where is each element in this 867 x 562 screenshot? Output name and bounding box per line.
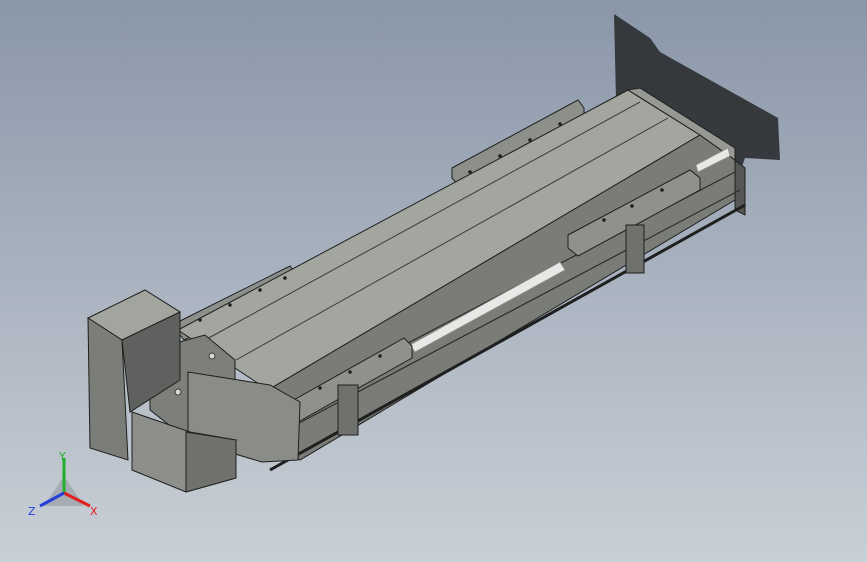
- sensor-bracket-rear[interactable]: [625, 224, 645, 274]
- graphics-viewport[interactable]: Y X Z: [0, 0, 867, 562]
- triad-x-label: X: [90, 505, 98, 518]
- flange-bolt-2: [208, 352, 216, 360]
- triad-z-label: Z: [28, 505, 36, 518]
- linear-actuator-model[interactable]: [0, 0, 867, 562]
- orientation-triad: Y X Z: [28, 450, 98, 518]
- flange-bolt: [174, 388, 182, 396]
- gearbox-face: [185, 431, 237, 493]
- sensor-bracket-front[interactable]: [337, 384, 359, 436]
- triad-y-label: Y: [58, 450, 66, 463]
